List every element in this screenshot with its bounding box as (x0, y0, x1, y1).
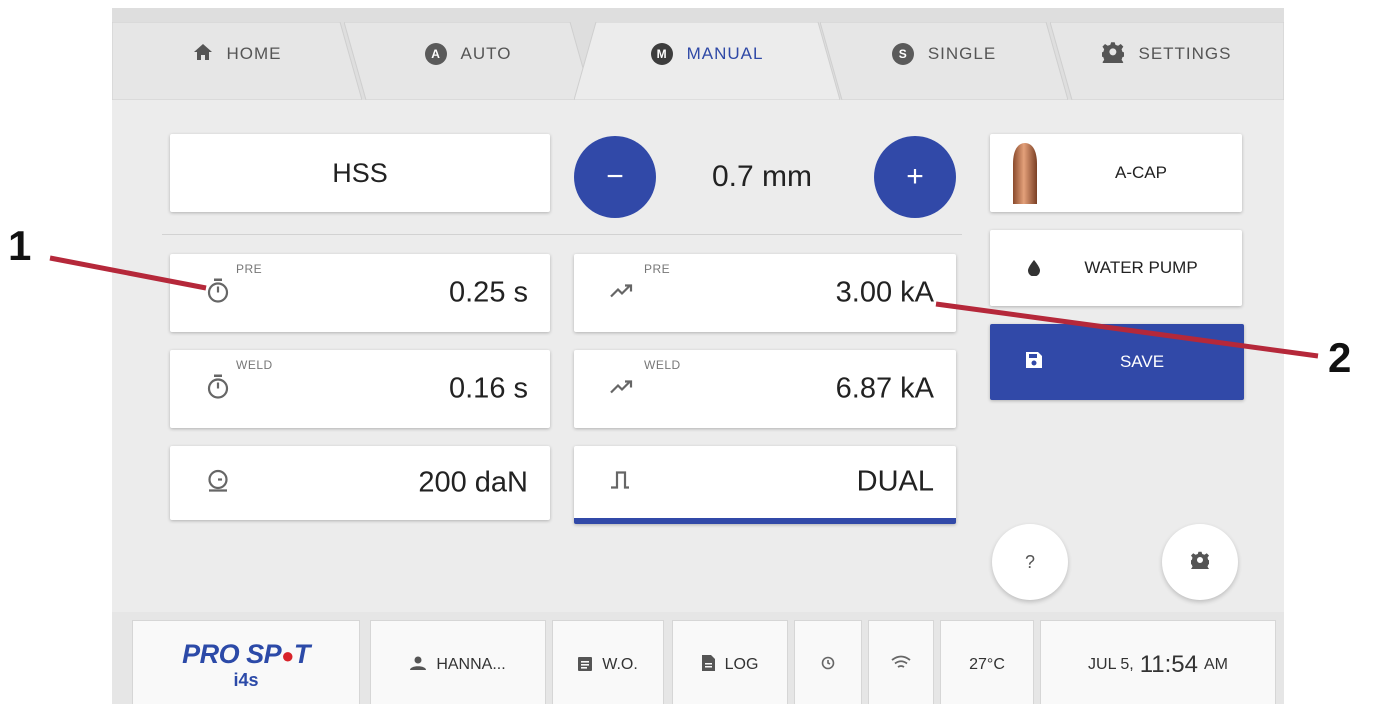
temperature-readout: 27°C (940, 620, 1034, 704)
water-pump-button[interactable]: WATER PUMP (990, 230, 1242, 306)
user-button[interactable]: HANNA... (370, 620, 546, 704)
ampm-value: AM (1203, 656, 1228, 673)
device-screen: HOME A AUTO S SINGLE SETTINGS M MANUAL H… (112, 8, 1284, 704)
pre-current-field[interactable]: PRE 3.00 kA (574, 254, 956, 332)
thickness-decrease-button[interactable]: − (574, 136, 656, 218)
document-icon (701, 654, 715, 676)
cap-label: A-CAP (1115, 163, 1167, 182)
thickness-value: 0.7 mm (711, 160, 813, 193)
tab-auto[interactable]: A AUTO (344, 22, 592, 100)
tab-manual-label: MANUAL (686, 44, 764, 63)
tab-settings[interactable]: SETTINGS (1050, 22, 1284, 100)
pre-time-value: 0.25 s (449, 276, 528, 309)
save-label: SAVE (1119, 352, 1165, 371)
weld-time-value: 0.16 s (449, 372, 528, 405)
logo-wordmark: PRO SP●T (182, 639, 310, 669)
tab-auto-label: AUTO (460, 44, 512, 63)
stopwatch-icon (206, 278, 230, 309)
help-button[interactable]: ? (992, 524, 1068, 600)
settings-fab-button[interactable] (1162, 524, 1238, 600)
tab-bar: HOME A AUTO S SINGLE SETTINGS M MANUAL (112, 8, 1284, 100)
force-value: 200 daN (418, 466, 528, 499)
user-label: HANNA... (436, 656, 506, 673)
date-value: JUL 5, (1088, 656, 1134, 673)
gear-icon (1101, 41, 1126, 68)
time-value: 11:54 (1139, 651, 1198, 678)
material-value: HSS (332, 158, 388, 188)
weld-time-field[interactable]: WELD 0.16 s (170, 350, 550, 428)
mode-value: DUAL (856, 465, 934, 498)
auto-badge-icon: A (424, 43, 447, 65)
tab-single[interactable]: S SINGLE (820, 22, 1068, 100)
single-badge-icon: S (891, 43, 914, 65)
tab-home-label: HOME (226, 44, 282, 63)
history-icon (821, 656, 835, 675)
clipboard-icon (578, 655, 593, 676)
wifi-icon (891, 655, 911, 676)
tab-single-label: SINGLE (927, 44, 997, 63)
cap-selector-button[interactable]: A-CAP (990, 134, 1242, 212)
minus-icon: − (606, 160, 624, 193)
tab-manual[interactable]: M MANUAL (574, 22, 840, 100)
logo-sub: i4s (233, 670, 259, 690)
trending-up-icon (610, 283, 634, 304)
help-label: ? (1024, 551, 1035, 572)
water-pump-label: WATER PUMP (1084, 258, 1198, 277)
pre-time-field[interactable]: PRE 0.25 s (170, 254, 550, 332)
pressure-gauge-icon (206, 469, 230, 498)
tab-home[interactable]: HOME (112, 22, 362, 100)
temperature-value: 27°C (969, 656, 1005, 673)
pulse-wave-icon (610, 470, 636, 495)
log-button[interactable]: LOG (672, 620, 788, 704)
gear-icon (1189, 551, 1211, 574)
mode-selector[interactable]: DUAL (574, 446, 956, 524)
pre-current-value: 3.00 kA (835, 276, 934, 309)
home-icon (193, 43, 213, 66)
callout-2: 2 (1328, 334, 1352, 381)
work-order-button[interactable]: W.O. (552, 620, 664, 704)
log-label: LOG (724, 656, 759, 673)
brand-logo: PRO SP●T i4s (132, 620, 360, 704)
weld-current-sub-label: WELD (644, 358, 681, 372)
weld-current-field[interactable]: WELD 6.87 kA (574, 350, 956, 428)
plus-icon: + (906, 160, 924, 193)
save-button[interactable]: SAVE (990, 324, 1244, 400)
wifi-button[interactable] (868, 620, 934, 704)
user-icon (410, 656, 427, 675)
manual-badge-icon: M (650, 43, 673, 65)
work-order-label: W.O. (602, 656, 638, 673)
history-button[interactable] (794, 620, 862, 704)
callout-1: 1 (8, 222, 32, 269)
stopwatch-icon (206, 374, 230, 405)
weld-current-value: 6.87 kA (835, 372, 934, 405)
status-bar: PRO SP●T i4s HANNA... W.O. LOG 27°C JUL … (112, 612, 1284, 704)
pre-time-sub-label: PRE (236, 262, 263, 276)
pre-current-sub-label: PRE (644, 262, 671, 276)
divider (162, 234, 962, 235)
clock-readout: JUL 5, 11:54 AM (1040, 620, 1276, 704)
trending-up-icon (610, 379, 634, 400)
force-field[interactable]: 200 daN (170, 446, 550, 520)
tab-settings-label: SETTINGS (1138, 44, 1232, 63)
thickness-increase-button[interactable]: + (874, 136, 956, 218)
weld-time-sub-label: WELD (236, 358, 273, 372)
material-selector[interactable]: HSS (170, 134, 550, 212)
